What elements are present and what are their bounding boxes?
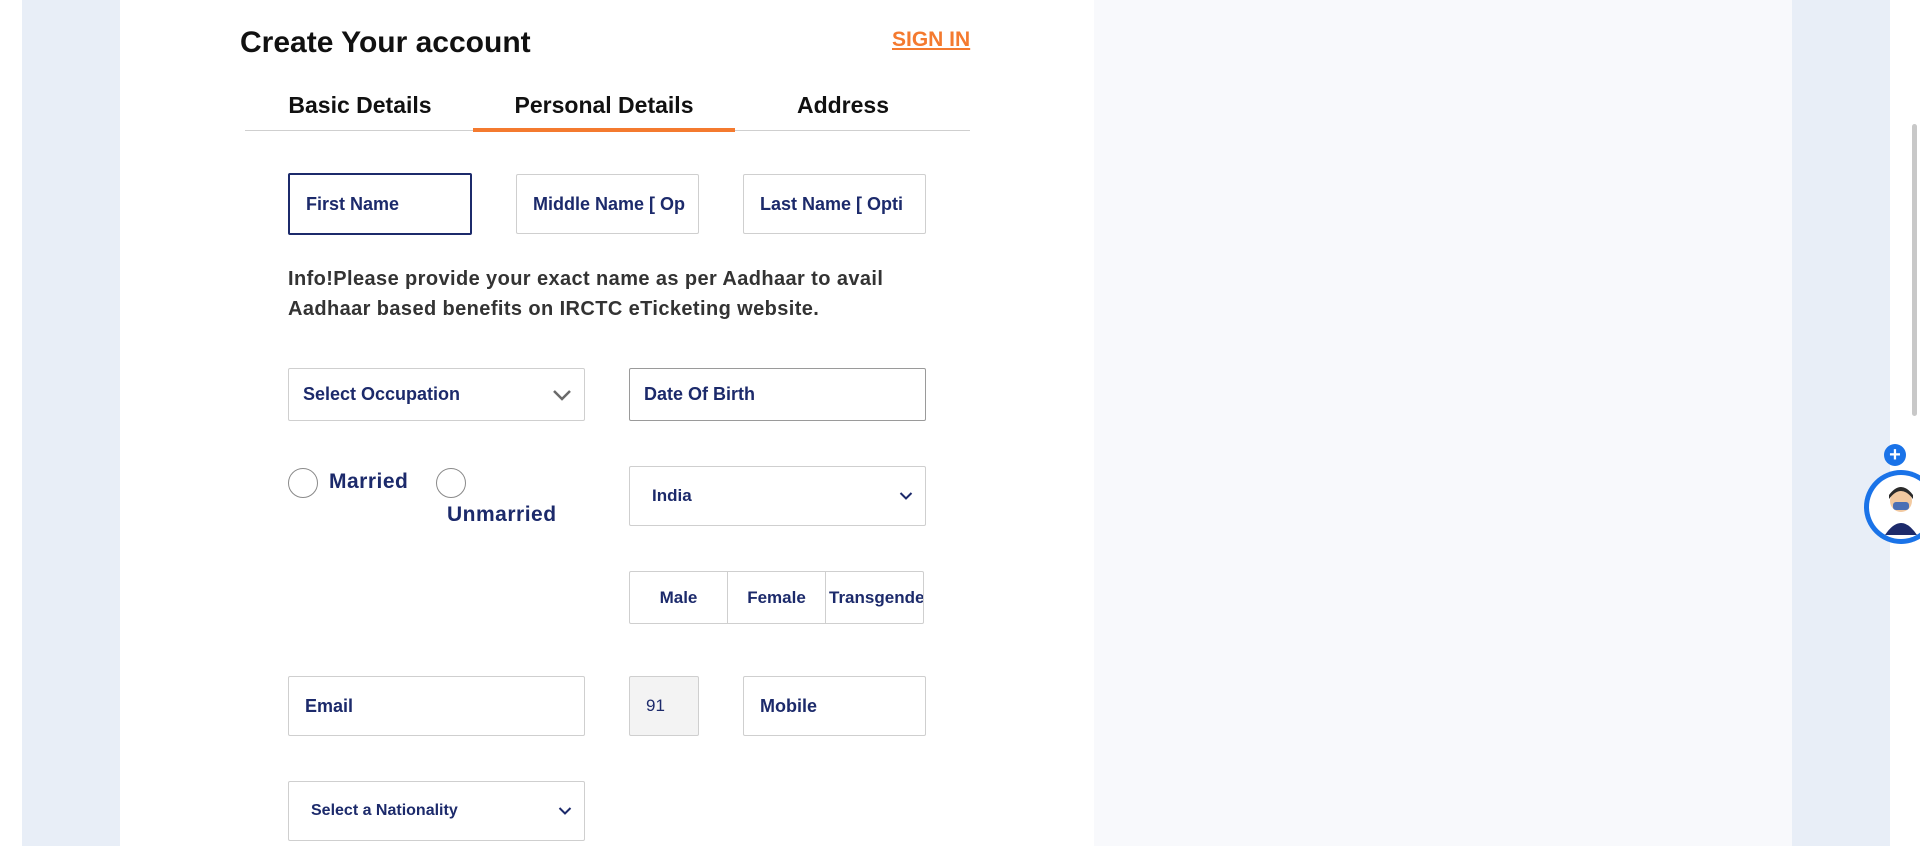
country-code-field: 91	[629, 676, 699, 736]
tab-basic-details[interactable]: Basic Details	[255, 82, 465, 128]
mobile-input[interactable]: Mobile	[743, 676, 926, 736]
unmarried-label: Unmarried	[447, 503, 557, 526]
occupation-select[interactable]: Select Occupation	[288, 368, 585, 421]
chevron-down-icon	[558, 807, 572, 816]
nationality-select[interactable]: Select a Nationality	[288, 781, 585, 841]
aadhaar-info-text: Info!Please provide your exact name as p…	[288, 264, 948, 324]
country-select[interactable]: India	[629, 466, 926, 526]
occupation-select-value: Select Occupation	[303, 384, 461, 404]
info-line-1: Info!Please provide your exact name as p…	[288, 268, 884, 290]
chatbot-avatar-face	[1869, 475, 1920, 539]
nationality-select-value: Select a Nationality	[311, 802, 458, 819]
chevron-down-icon	[552, 389, 572, 401]
married-label: Married	[329, 470, 409, 493]
country-select-value: India	[652, 486, 692, 505]
tab-personal-details[interactable]: Personal Details	[473, 82, 735, 132]
date-of-birth-input[interactable]: Date Of Birth	[629, 368, 926, 421]
info-line-2: Aadhaar based benefits on IRCTC eTicketi…	[288, 298, 820, 320]
gender-male-button[interactable]: Male	[630, 572, 728, 623]
chatbot-avatar-icon[interactable]	[1864, 470, 1920, 544]
right-background-panel	[1094, 0, 1792, 846]
right-background-band	[1792, 0, 1890, 846]
left-background-band	[22, 0, 120, 846]
scrollbar-thumb[interactable]	[1912, 124, 1917, 416]
first-name-input[interactable]: First Name	[288, 173, 472, 235]
last-name-input[interactable]: Last Name [ Opti	[743, 174, 926, 234]
gender-transgender-button[interactable]: Transgende	[826, 572, 923, 623]
middle-name-input[interactable]: Middle Name [ Op	[516, 174, 699, 234]
page-title: Create Your account	[240, 26, 531, 59]
tab-address[interactable]: Address	[743, 82, 943, 128]
gender-female-button[interactable]: Female	[728, 572, 826, 623]
sign-in-link[interactable]: SIGN IN	[892, 28, 970, 52]
form-tabs: Basic Details Personal Details Address	[245, 82, 970, 132]
unmarried-radio[interactable]	[436, 468, 466, 498]
married-radio[interactable]	[288, 468, 318, 498]
chevron-down-icon	[899, 492, 913, 501]
email-input[interactable]: Email	[288, 676, 585, 736]
gender-selector: Male Female Transgende	[629, 571, 924, 624]
plus-icon[interactable]: +	[1884, 444, 1906, 466]
